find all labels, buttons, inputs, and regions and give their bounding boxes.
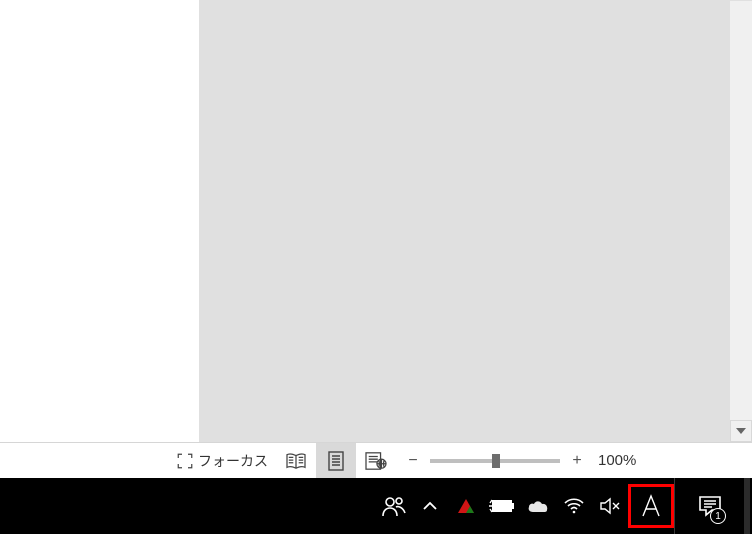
battery-icon xyxy=(489,499,515,513)
zoom-slider[interactable] xyxy=(430,459,560,463)
show-hidden-icons-button[interactable] xyxy=(412,478,448,534)
book-open-icon xyxy=(285,452,307,470)
plus-icon: + xyxy=(572,452,581,470)
zoom-slider-thumb[interactable] xyxy=(492,454,500,468)
page-lines-icon xyxy=(327,451,345,471)
print-layout-button[interactable] xyxy=(316,443,356,479)
zoom-controls: − + xyxy=(402,443,588,479)
app-tray-icon[interactable] xyxy=(448,478,484,534)
status-bar: フォーカス − xyxy=(0,442,752,478)
focus-icon xyxy=(176,452,194,470)
minus-icon: − xyxy=(408,452,417,470)
ime-tray-button[interactable] xyxy=(628,484,674,528)
system-tray: 1 xyxy=(376,478,752,534)
people-tray-button[interactable] xyxy=(376,478,412,534)
zoom-in-button[interactable]: + xyxy=(566,443,588,479)
focus-mode-button[interactable]: フォーカス xyxy=(168,443,276,479)
battery-tray-button[interactable] xyxy=(484,478,520,534)
speaker-muted-icon xyxy=(600,497,620,515)
action-center-button[interactable]: 1 xyxy=(674,478,744,534)
scroll-down-button[interactable] xyxy=(730,420,752,442)
notification-badge: 1 xyxy=(710,508,726,524)
zoom-out-button[interactable]: − xyxy=(402,443,424,479)
cloud-icon xyxy=(527,499,549,513)
wifi-tray-button[interactable] xyxy=(556,478,592,534)
web-layout-icon xyxy=(365,451,387,471)
onedrive-tray-button[interactable] xyxy=(520,478,556,534)
red-triangle-icon xyxy=(456,498,476,514)
windows-taskbar: 1 xyxy=(0,478,752,534)
document-area xyxy=(0,0,752,442)
ime-a-icon xyxy=(640,494,662,518)
zoom-level-label[interactable]: 100% xyxy=(598,452,636,469)
web-layout-button[interactable] xyxy=(356,443,396,479)
people-icon xyxy=(382,495,406,517)
wifi-icon xyxy=(564,498,584,514)
vertical-scrollbar[interactable] xyxy=(730,1,752,442)
page-canvas[interactable] xyxy=(199,0,752,442)
read-mode-button[interactable] xyxy=(276,443,316,479)
focus-label: フォーカス xyxy=(198,451,268,471)
volume-tray-button[interactable] xyxy=(592,478,628,534)
show-desktop-button[interactable] xyxy=(744,478,750,534)
chevron-up-icon xyxy=(423,501,437,511)
left-gutter xyxy=(0,0,199,442)
